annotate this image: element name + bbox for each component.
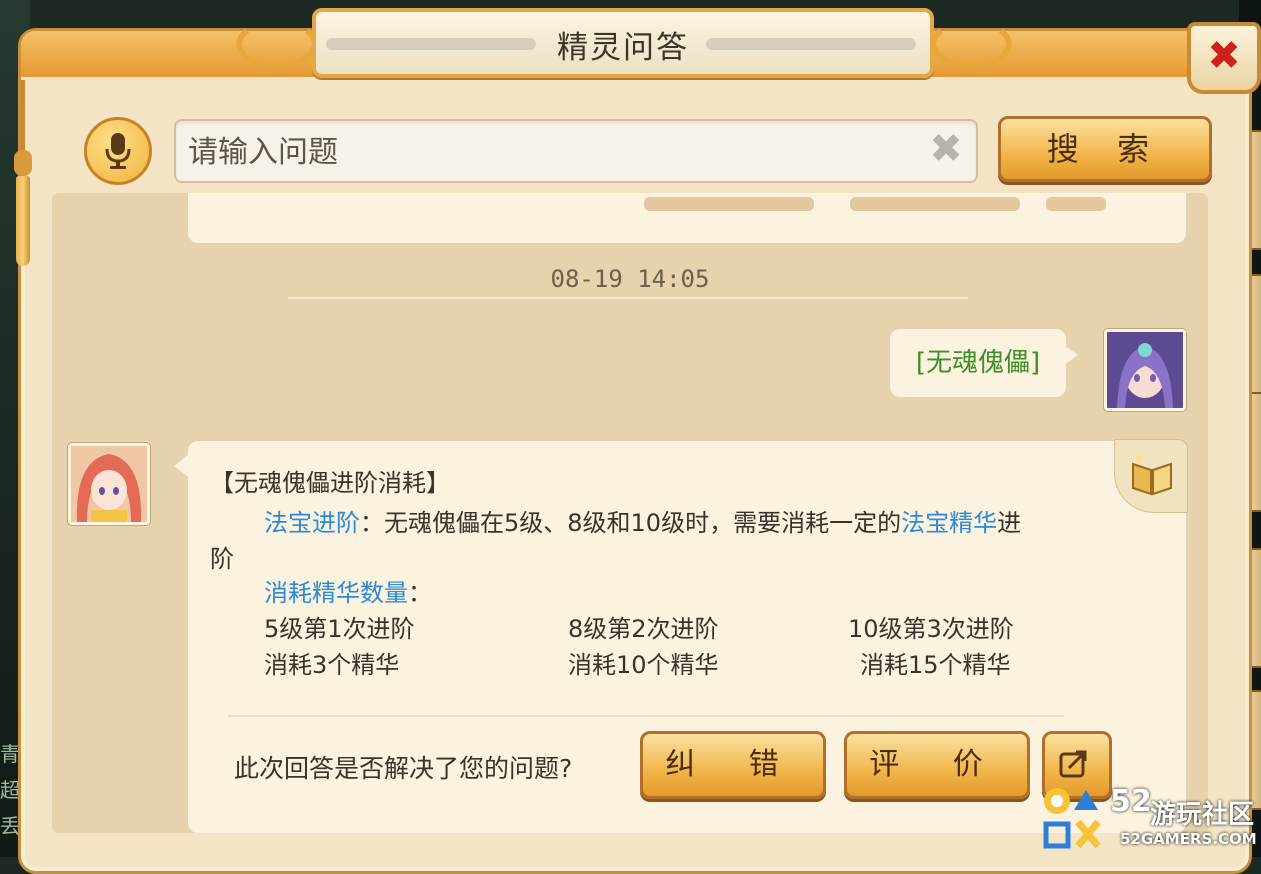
faqbao-advance-link[interactable]: 法宝进阶: [264, 509, 360, 537]
spirit-avatar: [68, 443, 150, 525]
divider: [228, 715, 1064, 717]
watermark: 52 游玩社区 52GAMERS.COM: [1040, 784, 1261, 857]
answer-card: 【无魂傀儡进阶消耗】 法宝进阶：无魂傀儡在5级、8级和10级时，需要消耗一定的法…: [174, 439, 1188, 833]
answer-text: 进: [997, 509, 1022, 537]
user-message: [无魂傀儡]: [890, 329, 1078, 397]
search-input[interactable]: [186, 129, 890, 175]
divider: [288, 297, 968, 299]
user-portrait: [1107, 332, 1183, 408]
feedback-question: 此次回答是否解决了您的问题?: [234, 754, 573, 783]
watermark-domain: 52GAMERS.COM: [1120, 830, 1257, 848]
ornament-right-icon: [930, 20, 1012, 68]
tassel-icon: [8, 80, 38, 270]
user-avatar[interactable]: [1104, 329, 1186, 411]
book-icon[interactable]: [1114, 439, 1188, 513]
answer-title: 【无魂傀儡进阶消耗】: [210, 469, 450, 497]
cost-heading: 消耗精华数量：: [264, 573, 432, 608]
voice-input-button[interactable]: [84, 117, 152, 185]
share-icon: [1059, 750, 1087, 778]
answer-text: ：无魂傀儡在5级、8级和10级时，需要消耗一定的: [360, 509, 902, 537]
watermark-name: 游玩社区: [1150, 800, 1255, 830]
title-plate: 精灵问答: [312, 8, 934, 78]
spirit-portrait: [71, 446, 147, 522]
dialog-title: 精灵问答: [557, 30, 689, 66]
tier-cost: 消耗10个精华: [568, 651, 719, 679]
background-text: 丢: [0, 814, 20, 838]
tier-cost: 消耗3个精华: [264, 651, 400, 679]
rate-button[interactable]: 评 价: [844, 731, 1030, 799]
previous-message: [188, 193, 1186, 243]
tier-level: 5级第1次进阶: [264, 615, 415, 643]
search-button[interactable]: 搜 索: [998, 116, 1212, 182]
background-text: 超: [0, 778, 20, 802]
chat-history[interactable]: 08-19 14:05 [无魂傀儡] 【无魂傀儡进阶消耗】 法宝进阶：无魂傀儡在…: [52, 193, 1208, 833]
message-timestamp: 08-19 14:05: [550, 265, 710, 293]
answer-text: ：: [408, 579, 432, 607]
tier-cost: 消耗15个精华: [860, 651, 1011, 679]
tier-level: 8级第2次进阶: [568, 615, 719, 643]
background-text: 青: [0, 742, 20, 766]
tier-level: 10级第3次进阶: [848, 615, 1014, 643]
clear-icon[interactable]: ✖: [926, 129, 966, 169]
watermark-number: 52: [1110, 784, 1152, 819]
ornament-left-icon: [236, 20, 318, 68]
close-button[interactable]: ✖: [1187, 22, 1261, 94]
cost-heading-link[interactable]: 消耗精华数量: [264, 579, 408, 607]
watermark-logo-icon: [1043, 788, 1101, 849]
faqbao-essence-link[interactable]: 法宝精华: [901, 509, 997, 537]
answer-line-2: 阶: [210, 545, 234, 573]
correct-error-button[interactable]: 纠 错: [640, 731, 826, 799]
microphone-icon: [105, 133, 131, 169]
search-box: ✖: [174, 119, 978, 183]
answer-line-1: 法宝进阶：无魂傀儡在5级、8级和10级时，需要消耗一定的法宝精华进: [264, 503, 1021, 538]
